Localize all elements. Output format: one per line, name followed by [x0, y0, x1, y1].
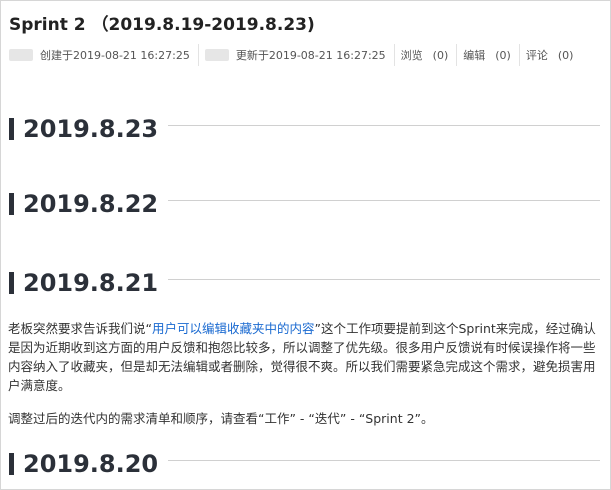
views-label: 浏览 [401, 47, 423, 63]
updated-time: 更新于2019-08-21 16:27:25 [236, 47, 386, 63]
edits-stat[interactable]: 编辑 (0) [463, 47, 511, 63]
wiki-page: Sprint 2 （2019.8.19-2019.8.23) 创建于2019-0… [0, 0, 611, 490]
section-heading-0821: 2019.8.21 [9, 268, 600, 298]
heading-rule [168, 460, 600, 461]
created-time: 创建于2019-08-21 16:27:25 [40, 47, 190, 63]
feature-link[interactable]: 用户可以编辑收藏夹中的内容 [152, 321, 315, 336]
heading-rule [168, 200, 600, 201]
updater-avatar [205, 49, 229, 61]
section-title: 2019.8.21 [23, 269, 158, 297]
heading-rule [168, 279, 600, 280]
meta-divider [198, 44, 199, 66]
page-title: Sprint 2 （2019.8.19-2019.8.23) [9, 10, 315, 35]
heading-bar [9, 193, 14, 215]
views-count: (0) [433, 49, 449, 62]
section-heading-0820: 2019.8.20 [9, 449, 600, 479]
meta-divider [394, 44, 395, 66]
section-heading-0823: 2019.8.23 [9, 114, 600, 144]
paragraph-priority-change: 老板突然要求告诉我们说“用户可以编辑收藏夹中的内容”这个工作项要提前到这个Spr… [8, 319, 605, 395]
views-stat[interactable]: 浏览 (0) [401, 47, 449, 63]
section-title: 2019.8.22 [23, 190, 158, 218]
comments-count: (0) [558, 49, 574, 62]
comments-stat[interactable]: 评论 (0) [526, 47, 574, 63]
page-meta: 创建于2019-08-21 16:27:25 更新于2019-08-21 16:… [9, 45, 610, 65]
creator-avatar [9, 49, 33, 61]
paragraph-text: 老板突然要求告诉我们说“ [8, 321, 152, 336]
heading-rule [168, 125, 600, 126]
heading-bar [9, 453, 14, 475]
meta-divider [456, 44, 457, 66]
edits-label: 编辑 [463, 47, 485, 63]
section-heading-0822: 2019.8.22 [9, 189, 600, 219]
edits-count: (0) [495, 49, 511, 62]
comments-label: 评论 [526, 47, 548, 63]
section-title: 2019.8.20 [23, 450, 158, 478]
paragraph-iteration-list: 调整过后的迭代内的需求清单和顺序，请查看“工作” - “迭代” - “Sprin… [8, 409, 605, 428]
heading-bar [9, 272, 14, 294]
heading-bar [9, 118, 14, 140]
meta-divider [519, 44, 520, 66]
section-title: 2019.8.23 [23, 115, 158, 143]
